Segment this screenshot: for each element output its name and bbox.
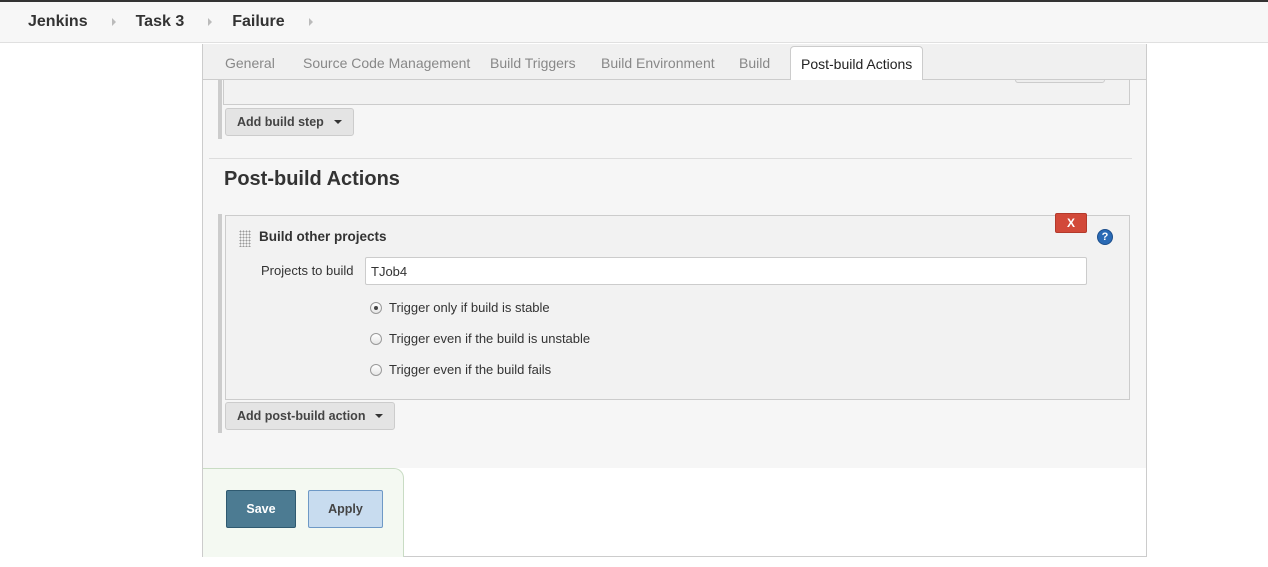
breadcrumb-task[interactable]: Task 3 <box>136 13 185 31</box>
trigger-fails-option[interactable]: Trigger even if the build fails <box>370 362 551 377</box>
save-bar: Save Apply <box>203 468 404 557</box>
add-build-step-button[interactable]: Add build step <box>225 108 354 136</box>
apply-button[interactable]: Apply <box>308 490 383 528</box>
tab-build-triggers[interactable]: Build Triggers <box>490 55 576 71</box>
trigger-stable-label: Trigger only if build is stable <box>389 300 550 315</box>
breadcrumb-separator-icon[interactable] <box>111 18 116 26</box>
build-other-projects-action: Build other projects X ? Projects to bui… <box>225 213 1130 400</box>
breadcrumb-separator-icon[interactable] <box>208 18 213 26</box>
trigger-unstable-label: Trigger even if the build is unstable <box>389 331 591 346</box>
radio-button[interactable] <box>370 332 382 345</box>
radio-button[interactable] <box>370 301 382 314</box>
trigger-stable-option[interactable]: Trigger only if build is stable <box>370 300 550 315</box>
section-divider <box>209 158 1132 159</box>
action-title: Build other projects <box>259 229 387 244</box>
trigger-fails-label: Trigger even if the build fails <box>389 362 552 377</box>
previous-build-step <box>223 80 1130 105</box>
breadcrumb-separator-icon[interactable] <box>308 18 313 26</box>
projects-to-build-label: Projects to build <box>261 263 354 278</box>
build-section-bar <box>218 80 222 139</box>
add-post-build-action-button[interactable]: Add post-build action <box>225 402 396 430</box>
breadcrumb-job[interactable]: Failure <box>232 13 284 31</box>
config-tabbar: General Source Code Management Build Tri… <box>203 44 1146 81</box>
projects-to-build-input[interactable] <box>365 257 1087 285</box>
tab-post-build-actions[interactable]: Post-build Actions <box>790 46 924 81</box>
tab-build[interactable]: Build <box>739 55 770 71</box>
help-icon[interactable]: ? <box>1097 229 1113 245</box>
breadcrumb-jenkins[interactable]: Jenkins <box>28 13 88 31</box>
post-build-section-bar <box>218 214 222 433</box>
post-build-actions-title: Post-build Actions <box>224 168 400 190</box>
caret-down-icon <box>333 120 342 124</box>
delete-action-button[interactable]: X <box>1055 213 1087 233</box>
tab-source-code-management[interactable]: Source Code Management <box>303 55 470 71</box>
breadcrumb: Jenkins Task 3 Failure <box>0 0 1268 43</box>
previous-step-button[interactable] <box>1015 80 1105 83</box>
caret-down-icon <box>375 414 384 418</box>
drag-handle-icon[interactable] <box>239 230 251 247</box>
add-post-build-action-label: Add post-build action <box>237 409 366 423</box>
add-build-step-label: Add build step <box>237 115 324 129</box>
tab-general[interactable]: General <box>225 55 275 71</box>
trigger-unstable-option[interactable]: Trigger even if the build is unstable <box>370 331 590 346</box>
save-button[interactable]: Save <box>226 490 296 528</box>
config-panel: General Source Code Management Build Tri… <box>202 44 1147 557</box>
radio-button[interactable] <box>370 363 382 376</box>
tab-build-environment[interactable]: Build Environment <box>601 55 715 71</box>
